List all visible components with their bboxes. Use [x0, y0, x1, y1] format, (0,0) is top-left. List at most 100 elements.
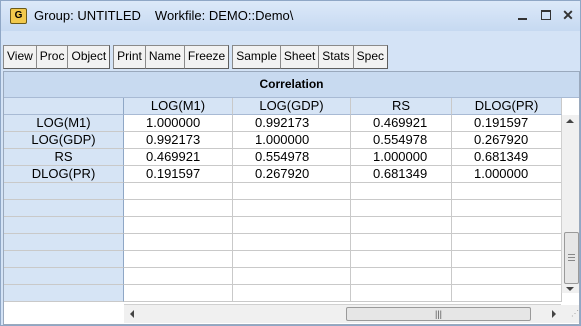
table-cell[interactable]: 0.992173 [124, 132, 233, 149]
corner-cell[interactable] [4, 98, 124, 115]
table-cell[interactable] [452, 251, 562, 268]
empty-row [4, 234, 579, 251]
minimize-button[interactable] [514, 7, 530, 23]
window-title-label: Group: UNTITLED [34, 8, 141, 23]
stats-button[interactable]: Stats [318, 45, 354, 69]
table-cell[interactable]: 0.681349 [351, 166, 452, 183]
table-cell[interactable] [351, 183, 452, 200]
row-header[interactable]: RS [4, 149, 124, 166]
table-cell[interactable] [124, 183, 233, 200]
row-header[interactable] [4, 251, 124, 268]
freeze-button[interactable]: Freeze [183, 45, 230, 69]
table-cell[interactable]: 1.000000 [124, 115, 233, 132]
table-cell[interactable]: 0.469921 [124, 149, 233, 166]
table-cell[interactable] [351, 234, 452, 251]
table-cell[interactable] [452, 234, 562, 251]
table-cell[interactable]: 0.554978 [351, 132, 452, 149]
table-cell[interactable]: 0.191597 [124, 166, 233, 183]
vertical-scroll-thumb[interactable] [564, 232, 579, 284]
table-cell[interactable] [124, 217, 233, 234]
table-cell[interactable] [351, 285, 452, 302]
scroll-down-icon[interactable] [566, 287, 574, 291]
empty-row [4, 183, 579, 200]
table-cell[interactable]: 0.267920 [452, 132, 562, 149]
table-cell[interactable]: 1.000000 [351, 149, 452, 166]
table-cell[interactable] [233, 268, 351, 285]
table-cell[interactable] [124, 234, 233, 251]
row-header[interactable]: LOG(M1) [4, 115, 124, 132]
name-button[interactable]: Name [144, 45, 185, 69]
horizontal-scroll-thumb[interactable]: ||| [346, 307, 531, 321]
resize-grip-icon[interactable]: ⋰ [561, 305, 579, 323]
close-button[interactable]: ✕ [560, 7, 576, 23]
grip-line [568, 254, 575, 255]
table-cell[interactable] [452, 183, 562, 200]
group-window: G Group: UNTITLED Workfile: DEMO::Demo\ ✕… [0, 0, 581, 326]
table-cell[interactable] [452, 285, 562, 302]
view-button[interactable]: View [3, 45, 37, 69]
table-cell[interactable] [124, 268, 233, 285]
table-cell[interactable]: 0.469921 [351, 115, 452, 132]
table-cell[interactable]: 1.000000 [233, 132, 351, 149]
table-cell[interactable] [351, 200, 452, 217]
column-header[interactable]: DLOG(PR) [452, 98, 562, 115]
table-cell[interactable] [233, 234, 351, 251]
row-header[interactable]: LOG(GDP) [4, 132, 124, 149]
empty-row [4, 251, 579, 268]
row-header[interactable] [4, 183, 124, 200]
grip-line [568, 260, 575, 261]
row-header[interactable] [4, 285, 124, 302]
column-header[interactable]: LOG(M1) [124, 98, 233, 115]
row-header[interactable] [4, 217, 124, 234]
table-cell[interactable] [351, 217, 452, 234]
title-bar[interactable]: G Group: UNTITLED Workfile: DEMO::Demo\ ✕ [1, 1, 580, 31]
table-cell[interactable]: 0.191597 [452, 115, 562, 132]
column-header[interactable]: RS [351, 98, 452, 115]
row-header[interactable] [4, 234, 124, 251]
empty-row [4, 217, 579, 234]
maximize-button[interactable] [538, 7, 554, 23]
table-cell[interactable] [452, 217, 562, 234]
table-cell[interactable] [124, 285, 233, 302]
sample-button[interactable]: Sample [232, 45, 281, 69]
print-button[interactable]: Print [113, 45, 146, 69]
minimize-icon [517, 18, 527, 20]
table-cell[interactable] [351, 268, 452, 285]
spec-button[interactable]: Spec [352, 45, 388, 69]
object-button[interactable]: Object [67, 45, 111, 69]
table-cell[interactable] [124, 200, 233, 217]
table-cell[interactable]: 0.554978 [233, 149, 351, 166]
row-header[interactable]: DLOG(PR) [4, 166, 124, 183]
toolbar: View Proc Object Print Name Freeze Sampl… [3, 45, 388, 69]
table-cell[interactable]: 0.681349 [452, 149, 562, 166]
table-cell[interactable] [233, 285, 351, 302]
close-icon: ✕ [562, 7, 574, 23]
column-header[interactable]: LOG(GDP) [233, 98, 351, 115]
proc-button[interactable]: Proc [35, 45, 69, 69]
row-header[interactable] [4, 268, 124, 285]
table-cell[interactable]: 0.267920 [233, 166, 351, 183]
table-cell[interactable] [124, 251, 233, 268]
scroll-up-icon[interactable] [566, 119, 574, 123]
sheet-button[interactable]: Sheet [279, 45, 320, 69]
table-row: LOG(M1) 1.000000 0.992173 0.469921 0.191… [4, 115, 579, 132]
scroll-left-icon[interactable] [130, 310, 134, 318]
empty-row [4, 268, 579, 285]
spreadsheet-grid[interactable]: Correlation LOG(M1) LOG(GDP) RS DLOG(PR)… [3, 71, 580, 325]
table-title: Correlation [4, 72, 579, 98]
vertical-scrollbar[interactable] [561, 115, 579, 293]
table-cell[interactable] [351, 251, 452, 268]
table-cell[interactable] [233, 200, 351, 217]
row-header[interactable] [4, 200, 124, 217]
scroll-right-icon[interactable] [552, 310, 556, 318]
table-cell[interactable] [233, 251, 351, 268]
table-cell[interactable] [233, 183, 351, 200]
horizontal-scrollbar[interactable]: ||| [124, 304, 561, 323]
table-cell[interactable] [452, 268, 562, 285]
maximize-icon [541, 10, 551, 20]
table-cell[interactable] [233, 217, 351, 234]
table-cell[interactable]: 1.000000 [452, 166, 562, 183]
table-cell[interactable]: 0.992173 [233, 115, 351, 132]
table-row: DLOG(PR) 0.191597 0.267920 0.681349 1.00… [4, 166, 579, 183]
table-cell[interactable] [452, 200, 562, 217]
